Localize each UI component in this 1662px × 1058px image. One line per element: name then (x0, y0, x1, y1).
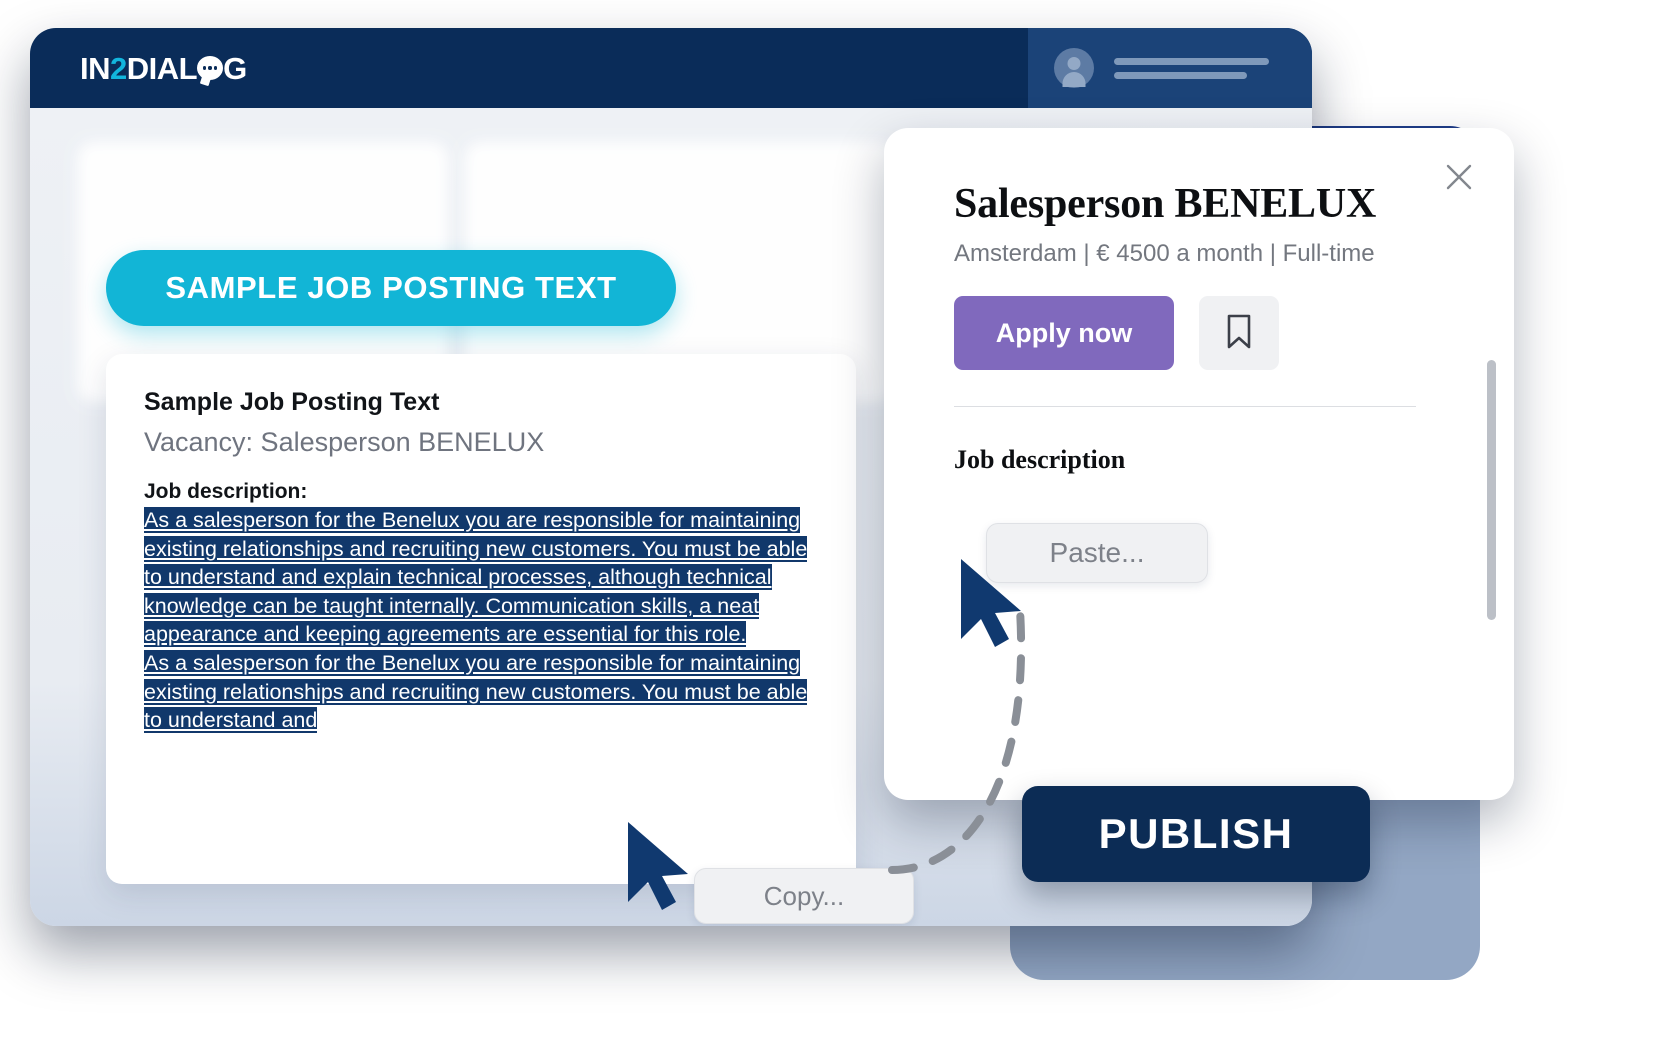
modal-action-row: Apply now (954, 296, 1468, 370)
avatar-icon (1054, 48, 1094, 88)
screenshot-root: IN 2 DIAL G SAMPLE JOB POSTING TEXT Sample … (0, 0, 1662, 1058)
document-vacancy: Vacancy: Salesperson BENELUX (144, 427, 545, 457)
speech-bubble-icon (197, 56, 224, 80)
document-jd-label: Job description: (144, 480, 308, 503)
modal-scrollbar[interactable] (1487, 360, 1496, 620)
logo-text-prefix: IN (80, 50, 111, 86)
selected-paragraph-1: As a salesperson for the Benelux you are… (144, 507, 808, 648)
publish-badge: PUBLISH (1022, 786, 1370, 882)
logo-text-suffix: G (223, 50, 247, 86)
bookmark-button[interactable] (1199, 296, 1279, 370)
selected-paragraph-2: As a salesperson for the Benelux you are… (144, 649, 808, 734)
user-panel[interactable] (1028, 28, 1312, 108)
bookmark-icon (1224, 313, 1254, 354)
user-placeholder-lines (1114, 57, 1269, 79)
modal-job-title: Salesperson BENELUX (954, 181, 1377, 227)
logo-text-two: 2 (110, 50, 127, 86)
modal-divider (954, 406, 1416, 407)
modal-jd-heading: Job description (954, 445, 1126, 474)
apply-now-button[interactable]: Apply now (954, 296, 1174, 370)
app-logo[interactable]: IN 2 DIAL G (80, 53, 247, 84)
logo-text-mid: DIAL (126, 50, 198, 86)
sample-job-posting-badge: SAMPLE JOB POSTING TEXT (106, 250, 676, 326)
sample-text-card: Sample Job Posting Text Vacancy: Salespe… (106, 354, 856, 884)
document-title: Sample Job Posting Text (144, 388, 440, 416)
document-jd-body[interactable]: As a salesperson for the Benelux you are… (144, 506, 816, 735)
modal-job-meta: Amsterdam | € 4500 a month | Full-time (954, 240, 1375, 267)
app-titlebar: IN 2 DIAL G (30, 28, 1312, 108)
close-icon[interactable] (1442, 160, 1476, 194)
